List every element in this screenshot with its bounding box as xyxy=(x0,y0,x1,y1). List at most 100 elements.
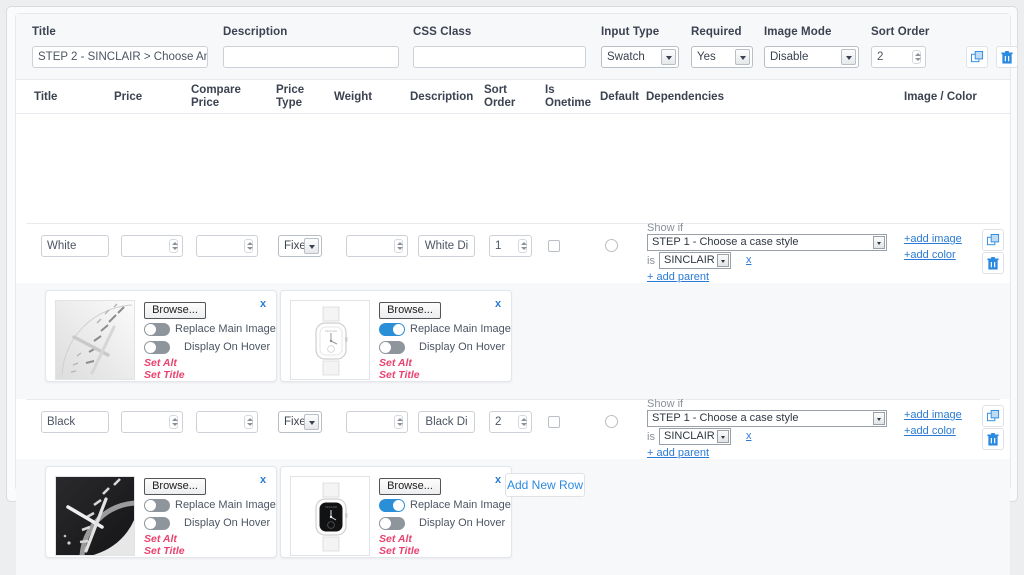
row-is-onetime-checkbox[interactable] xyxy=(548,240,560,252)
stepper-icon[interactable] xyxy=(244,415,253,429)
replace-main-image-toggle[interactable] xyxy=(379,323,405,336)
stepper-icon[interactable] xyxy=(169,239,178,253)
replace-main-image-label: Replace Main Image xyxy=(175,323,276,335)
add-parent-link[interactable]: + add parent xyxy=(647,271,709,283)
required-group: Required xyxy=(691,26,742,38)
image-thumbnail[interactable] xyxy=(55,300,135,380)
row-compare-price-input[interactable] xyxy=(196,235,258,257)
chevron-down-icon xyxy=(735,49,750,65)
dependency-show-if-label: Show if xyxy=(647,398,684,410)
row-default-radio[interactable] xyxy=(605,239,618,252)
image-card: SINCLAIR Browse... x Replace Main Image … xyxy=(280,290,512,382)
stepper-icon[interactable] xyxy=(169,415,178,429)
add-image-link[interactable]: +add image xyxy=(904,409,962,421)
input-type-select[interactable]: Swatch xyxy=(601,46,679,68)
title-field-group: Title xyxy=(32,26,56,38)
stepper-icon[interactable] xyxy=(912,50,921,64)
display-on-hover-toggle[interactable] xyxy=(379,341,405,354)
image-thumbnail[interactable]: SINCLAIR xyxy=(290,300,370,380)
replace-main-image-toggle[interactable] xyxy=(144,323,170,336)
remove-image-button[interactable]: x xyxy=(260,474,266,486)
replace-main-image-label: Replace Main Image xyxy=(410,323,511,335)
display-on-hover-label: Display On Hover xyxy=(419,517,506,529)
row-price-input[interactable] xyxy=(121,411,183,433)
add-color-link[interactable]: +add color xyxy=(904,425,956,437)
set-alt-link[interactable]: Set Alt xyxy=(144,357,177,369)
image-mode-select[interactable]: Disable xyxy=(764,46,859,68)
row-price-type-select[interactable]: Fixed xyxy=(278,235,322,257)
sort-order-input[interactable]: 2 xyxy=(871,46,926,68)
delete-row-button[interactable] xyxy=(982,428,1004,450)
duplicate-row-button[interactable] xyxy=(982,229,1004,251)
browse-button[interactable]: Browse... xyxy=(379,478,441,495)
delete-option-button[interactable] xyxy=(996,46,1018,68)
duplicate-row-button[interactable] xyxy=(982,405,1004,427)
browse-button[interactable]: Browse... xyxy=(379,302,441,319)
replace-main-image-toggle[interactable] xyxy=(379,499,405,512)
black-watch-dial-closeup xyxy=(56,477,134,555)
title-input[interactable]: STEP 2 - SINCLAIR > Choose An D xyxy=(32,46,208,68)
col-compare-price: Compare Price xyxy=(191,84,241,109)
dependency-parent-select[interactable]: STEP 1 - Choose a case style xyxy=(647,410,887,427)
add-color-link[interactable]: +add color xyxy=(904,249,956,261)
row-weight-input[interactable] xyxy=(346,235,408,257)
add-image-link[interactable]: +add image xyxy=(904,233,962,245)
set-alt-link[interactable]: Set Alt xyxy=(379,533,412,545)
display-on-hover-toggle[interactable] xyxy=(144,341,170,354)
dependency-is-label: is xyxy=(647,255,655,267)
remove-image-button[interactable]: x xyxy=(260,298,266,310)
row-description-input[interactable]: White Di xyxy=(418,235,475,257)
chevron-down-icon xyxy=(873,236,885,249)
image-thumbnail[interactable]: SINCLAIR xyxy=(290,476,370,556)
dependency-value-select[interactable]: SINCLAIR xyxy=(659,252,731,269)
image-card: Browse... x Replace Main Image Display O… xyxy=(45,466,277,558)
dependency-value-select[interactable]: SINCLAIR xyxy=(659,428,731,445)
row-is-onetime-checkbox[interactable] xyxy=(548,416,560,428)
required-select[interactable]: Yes xyxy=(691,46,753,68)
set-title-link[interactable]: Set Title xyxy=(144,369,185,381)
row-title-input[interactable]: Black xyxy=(41,411,109,433)
image-card: Browse... x Replace Main Image Display O… xyxy=(45,290,277,382)
remove-image-button[interactable]: x xyxy=(495,474,501,486)
dependency-remove-link[interactable]: x xyxy=(746,254,752,266)
dependency-parent-select[interactable]: STEP 1 - Choose a case style xyxy=(647,234,887,251)
display-on-hover-toggle[interactable] xyxy=(144,517,170,530)
add-new-row-button[interactable]: Add New Row xyxy=(505,473,585,497)
set-title-link[interactable]: Set Title xyxy=(379,545,420,557)
row-price-type-select[interactable]: Fixed xyxy=(278,411,322,433)
stepper-icon[interactable] xyxy=(518,415,527,429)
row-description-input[interactable]: Black Di xyxy=(418,411,475,433)
col-title: Title xyxy=(34,91,58,103)
replace-main-image-toggle[interactable] xyxy=(144,499,170,512)
stepper-icon[interactable] xyxy=(244,239,253,253)
row-sort-order-input[interactable]: 1 xyxy=(489,235,532,257)
row-sort-order-input[interactable]: 2 xyxy=(489,411,532,433)
row-default-radio[interactable] xyxy=(605,415,618,428)
css-class-input[interactable] xyxy=(413,46,586,68)
duplicate-option-button[interactable] xyxy=(966,46,988,68)
add-parent-link[interactable]: + add parent xyxy=(647,447,709,459)
description-input[interactable] xyxy=(223,46,399,68)
set-alt-link[interactable]: Set Alt xyxy=(144,533,177,545)
row-price-input[interactable] xyxy=(121,235,183,257)
stepper-icon[interactable] xyxy=(394,415,403,429)
browse-button[interactable]: Browse... xyxy=(144,302,206,319)
image-mode-label: Image Mode xyxy=(764,26,832,38)
display-on-hover-toggle[interactable] xyxy=(379,517,405,530)
set-title-link[interactable]: Set Title xyxy=(144,545,185,557)
set-title-link[interactable]: Set Title xyxy=(379,369,420,381)
image-thumbnail[interactable] xyxy=(55,476,135,556)
delete-row-button[interactable] xyxy=(982,252,1004,274)
row-weight-input[interactable] xyxy=(346,411,408,433)
row-compare-price-input[interactable] xyxy=(196,411,258,433)
row-title-input[interactable]: White xyxy=(41,235,109,257)
set-alt-link[interactable]: Set Alt xyxy=(379,357,412,369)
dependency-remove-link[interactable]: x xyxy=(746,430,752,442)
browse-button[interactable]: Browse... xyxy=(144,478,206,495)
remove-image-button[interactable]: x xyxy=(495,298,501,310)
trash-icon xyxy=(987,432,999,446)
white-watch-black-dial-full: SINCLAIR xyxy=(291,477,369,555)
image-mode-group: Image Mode xyxy=(764,26,831,38)
stepper-icon[interactable] xyxy=(394,239,403,253)
stepper-icon[interactable] xyxy=(518,239,527,253)
